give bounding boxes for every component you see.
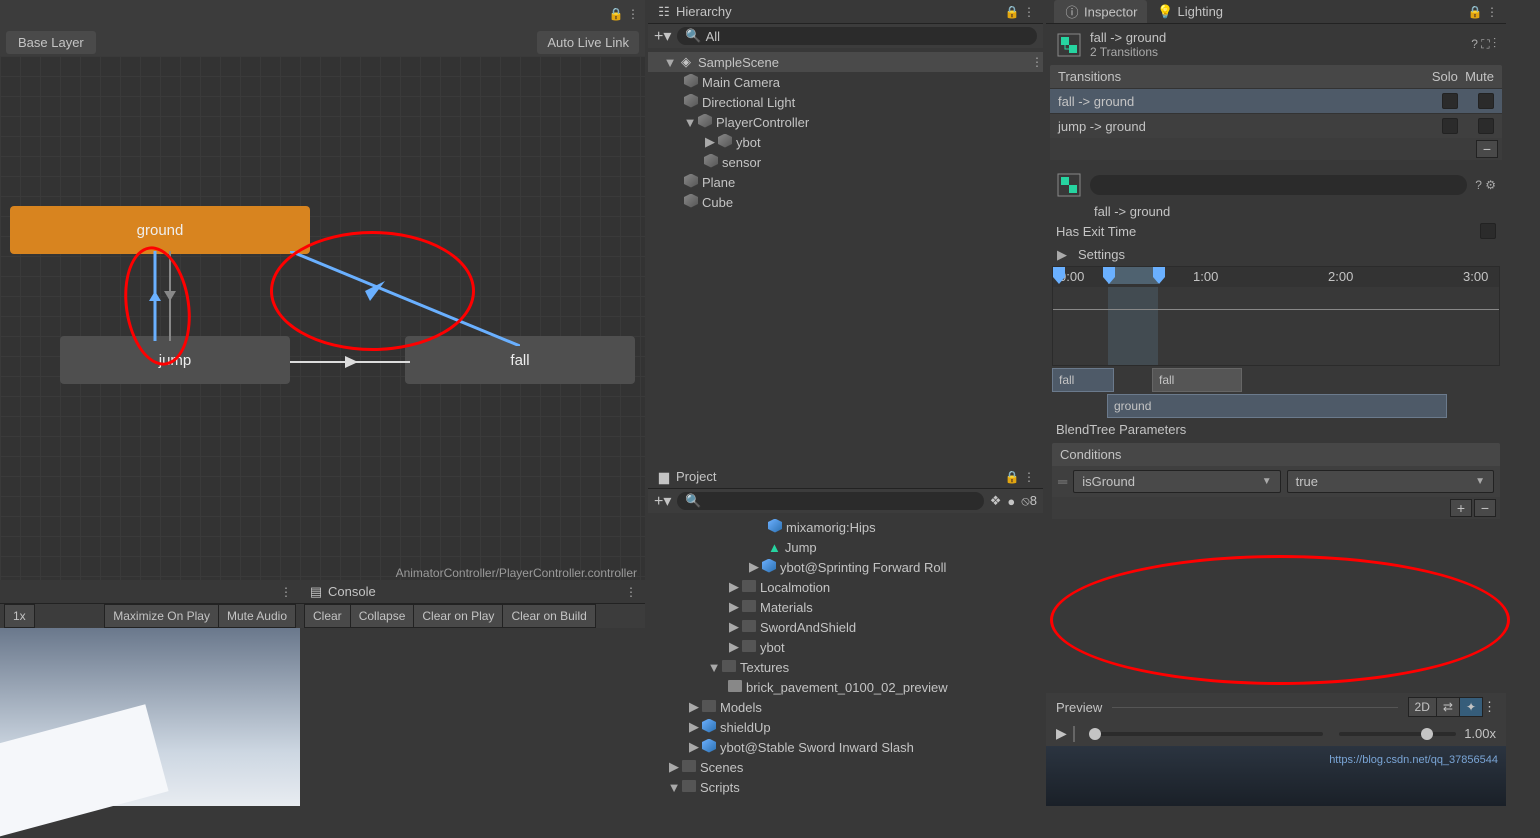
clip-strip[interactable]: fall [1052, 368, 1114, 392]
condition-row: ═ isGround▼ true▼ [1052, 466, 1500, 497]
asset-row[interactable]: ▶ybot@Stable Sword Inward Slash [648, 737, 1043, 757]
state-jump[interactable]: jump [60, 336, 290, 384]
project-panel: ▆ Project 🔒 ⋮ +▾ 🔍 ❖ ● ⦸8 mixamorig:Hips… [648, 465, 1043, 806]
hierarchy-search[interactable]: 🔍All [677, 27, 1037, 45]
has-exit-time-label: Has Exit Time [1056, 224, 1466, 239]
transition-item[interactable]: jump -> ground [1050, 113, 1502, 138]
scene-row[interactable]: ▼◈SampleScene⋮ [648, 52, 1043, 72]
asset-row[interactable]: ▶SwordAndShield [648, 617, 1043, 637]
remove-condition-button[interactable]: − [1474, 499, 1496, 517]
gameobject-row[interactable]: sensor [648, 152, 1043, 172]
game-panel: ⋮ 1x Maximize On Play Mute Audio [0, 580, 300, 806]
asset-row[interactable]: ▶ybot@Sprinting Forward Roll [648, 557, 1043, 577]
tab-inspector[interactable]: ⓘInspector [1054, 0, 1147, 23]
gameobject-row[interactable]: ▼PlayerController [648, 112, 1043, 132]
folder-icon: ▆ [656, 469, 672, 485]
bulb-icon: 💡 [1157, 4, 1173, 20]
gameobject-row[interactable]: Plane [648, 172, 1043, 192]
gameobject-row[interactable]: Main Camera [648, 72, 1043, 92]
filter-icon[interactable]: ❖ [990, 493, 1002, 509]
animator-graph[interactable]: ground jump fall AnimatorController/Play… [0, 56, 645, 580]
clear-on-build-button[interactable]: Clear on Build [503, 604, 595, 628]
asset-row[interactable]: ▼Textures [648, 657, 1043, 677]
asset-row[interactable]: ▲Jump [648, 537, 1043, 557]
speed-label: 1.00x [1464, 726, 1496, 741]
label-icon[interactable]: ● [1007, 494, 1015, 509]
gameobject-row[interactable]: Cube [648, 192, 1043, 212]
mute-checkbox[interactable] [1478, 93, 1494, 109]
transition-count: 2 Transitions [1090, 45, 1166, 59]
state-fall[interactable]: fall [405, 336, 635, 384]
maximize-button[interactable]: Maximize On Play [104, 604, 219, 628]
solo-checkbox[interactable] [1442, 118, 1458, 134]
hierarchy-panel: ☷ Hierarchy 🔒 ⋮ +▾ 🔍All ▼◈SampleScene⋮ M… [648, 0, 1043, 465]
sub-search[interactable] [1090, 175, 1467, 195]
gameobject-row[interactable]: Directional Light [648, 92, 1043, 112]
blendtree-params-label: BlendTree Parameters [1046, 416, 1506, 437]
gameobject-row[interactable]: ▶ybot [648, 132, 1043, 152]
animator-panel: 🔒 ⋮ Base Layer Auto Live Link ground jum… [0, 0, 645, 580]
mute-button[interactable]: Mute Audio [219, 604, 296, 628]
project-search[interactable]: 🔍 [677, 492, 983, 510]
hierarchy-icon: ☷ [656, 4, 672, 20]
transition-icon [1056, 32, 1082, 58]
clip-strip[interactable]: fall [1152, 368, 1242, 392]
preview-menu[interactable]: ⋮ [1483, 699, 1496, 715]
clear-button[interactable]: Clear [304, 604, 351, 628]
unity-icon: ◈ [678, 54, 694, 70]
breadcrumb[interactable]: Base Layer [6, 31, 96, 54]
sub-transition-name: fall -> ground [1046, 204, 1506, 219]
preview-label: Preview [1056, 700, 1102, 715]
console-tab[interactable]: Console [328, 584, 376, 599]
avatar-button[interactable]: ✦ [1460, 697, 1483, 717]
state-ground[interactable]: ground [10, 206, 310, 254]
asset-path-label: AnimatorController/PlayerController.cont… [396, 566, 637, 580]
asset-row[interactable]: ▶Models [648, 697, 1043, 717]
collapse-button[interactable]: Collapse [351, 604, 415, 628]
hidden-icon[interactable]: ⦸8 [1021, 493, 1037, 509]
auto-live-link-button[interactable]: Auto Live Link [537, 31, 639, 54]
mute-checkbox[interactable] [1478, 118, 1494, 134]
remove-button[interactable]: − [1476, 140, 1498, 158]
condition-value-dropdown[interactable]: true▼ [1287, 470, 1494, 493]
asset-row[interactable]: ▶shieldUp [648, 717, 1043, 737]
play-button[interactable]: ▶ [1056, 725, 1067, 742]
transition-icon [1056, 172, 1082, 198]
conditions-header: Conditions [1052, 443, 1500, 466]
hierarchy-tab[interactable]: Hierarchy [676, 4, 732, 19]
solo-checkbox[interactable] [1442, 93, 1458, 109]
add-condition-button[interactable]: + [1450, 499, 1472, 517]
project-tab[interactable]: Project [676, 469, 716, 484]
info-icon: ⓘ [1064, 3, 1080, 19]
console-icon: ▤ [308, 584, 324, 600]
watermark: https://blog.csdn.net/qq_37856544 [1329, 754, 1498, 766]
time-slider[interactable] [1089, 732, 1323, 736]
asset-row[interactable]: mixamorig:Hips [648, 517, 1043, 537]
has-exit-time-checkbox[interactable] [1480, 223, 1496, 239]
asset-row[interactable]: ▶ybot [648, 637, 1043, 657]
transition-item[interactable]: fall -> ground [1050, 88, 1502, 113]
console-panel: ▤Console⋮ Clear Collapse Clear on Play C… [300, 580, 645, 806]
asset-row[interactable]: ▶Localmotion [648, 577, 1043, 597]
transition-name: fall -> ground [1090, 30, 1166, 45]
clear-on-play-button[interactable]: Clear on Play [414, 604, 503, 628]
create-dropdown[interactable]: +▾ [654, 491, 671, 511]
ik-button[interactable]: ⇄ [1437, 697, 1460, 717]
asset-row[interactable]: ▶Materials [648, 597, 1043, 617]
2d-button[interactable]: 2D [1408, 697, 1437, 717]
settings-foldout[interactable]: ▶ [1056, 249, 1068, 261]
speed-slider[interactable] [1339, 732, 1456, 736]
create-dropdown[interactable]: +▾ [654, 26, 671, 46]
condition-param-dropdown[interactable]: isGround▼ [1073, 470, 1280, 493]
asset-row[interactable]: ▼Scripts [648, 777, 1043, 797]
transition-timeline[interactable]: 0:00 1:00 2:00 3:00 [1052, 266, 1500, 366]
asset-row[interactable]: ▶Scenes [648, 757, 1043, 777]
inspector-panel: ⓘInspector 💡Lighting 🔒 ⋮ fall -> ground … [1046, 0, 1506, 806]
scale-label: 1x [4, 604, 35, 628]
tab-lighting[interactable]: 💡Lighting [1147, 1, 1233, 23]
asset-row[interactable]: brick_pavement_0100_02_preview [648, 677, 1043, 697]
clip-strip[interactable]: ground [1107, 394, 1447, 418]
